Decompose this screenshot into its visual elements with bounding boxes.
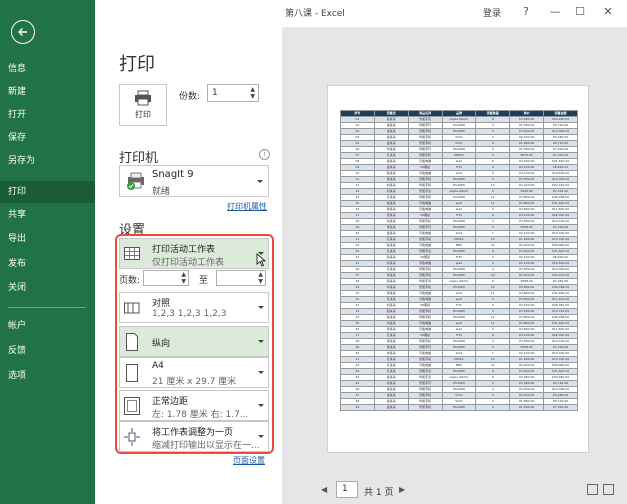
login-link[interactable]: 登录: [483, 6, 501, 19]
sidebar-divider: [8, 307, 86, 308]
next-page-icon[interactable]: ▶: [399, 485, 405, 494]
chevron-down-icon: [257, 180, 263, 183]
preview-table: 序号 销售员 商品名称 品牌 销售数量 单价 销售金额 01 赵某某 智能手表 Apple Wat…: [340, 110, 578, 411]
sidebar-item-feedback[interactable]: 反馈: [0, 340, 95, 362]
collate-icon: [124, 302, 140, 314]
close-button[interactable]: ✕: [599, 3, 617, 19]
copies-input[interactable]: 1 ▲ ▼: [207, 84, 259, 102]
printer-properties-link[interactable]: 打印机属性: [227, 201, 267, 212]
paper-size-label: A4: [152, 361, 164, 371]
paper-size-desc: 21 厘米 x 29.7 厘米: [152, 377, 237, 387]
scaling-label: 将工作表调整为一页: [152, 428, 234, 438]
sidebar-item-options[interactable]: 选项: [0, 365, 95, 387]
printer-heading: 打印机: [119, 151, 159, 166]
chevron-down-icon: [258, 435, 264, 438]
scaling-select[interactable]: 将工作表调整为一页 缩减打印输出以显示在一...: [119, 421, 269, 452]
print-what-desc: 仅打印活动工作表: [152, 258, 225, 268]
table-cell: ¥1,580.00: [509, 404, 545, 411]
help-button[interactable]: ?: [517, 3, 535, 19]
zoom-to-page-icon[interactable]: [603, 484, 614, 495]
sidebar-item-save[interactable]: 保存: [0, 127, 95, 149]
copies-value: 1: [212, 88, 218, 98]
pages-to-spinner-icon[interactable]: ▲ ▼: [258, 271, 263, 285]
pages-range: 页数: ▲ ▼ 至 ▲ ▼: [119, 269, 269, 289]
sidebar-item-save-as[interactable]: 另存为: [0, 150, 95, 172]
arrow-left-icon: [18, 28, 27, 36]
paper-size-select[interactable]: A4 21 厘米 x 29.7 厘米: [119, 357, 269, 388]
restore-button[interactable]: ☐: [571, 3, 589, 19]
prev-page-icon[interactable]: ◀: [321, 485, 327, 494]
preview-nav: ◀ 1 共 1 页 ▶: [282, 477, 627, 504]
zoom-controls: [587, 484, 619, 496]
orientation-label: 纵向: [152, 339, 171, 349]
sidebar-item-account[interactable]: 帐户: [0, 315, 95, 337]
print-button[interactable]: 打印: [119, 84, 167, 126]
margins-desc: 左: 1.78 厘米 右: 1.7...: [152, 410, 249, 420]
table-cell: 金某某: [373, 404, 409, 411]
sidebar-item-new[interactable]: 新建: [0, 81, 95, 103]
copies-spinner-icon[interactable]: ▲ ▼: [250, 86, 255, 100]
printer-name: SnagIt 9: [152, 169, 194, 180]
sidebar-item-print[interactable]: 打印: [0, 181, 95, 203]
page-setup-link[interactable]: 页面设置: [233, 455, 265, 466]
pages-to-input[interactable]: ▲ ▼: [216, 270, 266, 286]
table-cell: 49: [340, 404, 375, 411]
worksheet-icon: [124, 247, 140, 260]
collate-select[interactable]: 对照 1,2,3 1,2,3 1,2,3: [119, 292, 269, 323]
pages-from-spinner-icon[interactable]: ▲ ▼: [181, 271, 186, 285]
printer-check-icon: [127, 172, 144, 190]
print-what-select[interactable]: 打印活动工作表 仅打印活动工作表: [119, 238, 269, 269]
sidebar-item-publish[interactable]: 发布: [0, 253, 95, 275]
backstage-sidebar: 信息 新建 打开 保存 另存为 打印 共享 导出 发布 关闭 帐户 反馈 选项: [0, 0, 95, 504]
margins-icon: [124, 397, 140, 415]
sidebar-item-share[interactable]: 共享: [0, 204, 95, 226]
collate-label: 对照: [152, 299, 171, 309]
table-cell: ¥7,900.00: [543, 404, 578, 411]
show-margins-icon[interactable]: [587, 484, 598, 495]
preview-page: 序号 销售员 商品名称 品牌 销售数量 单价 销售金额 01 赵某某 智能手表 Apple Wat…: [327, 85, 589, 453]
pages-from-input[interactable]: ▲ ▼: [143, 270, 189, 286]
printer-status: 就绪: [152, 187, 171, 197]
page-number-input[interactable]: 1: [336, 481, 358, 498]
minimize-button[interactable]: —: [546, 3, 564, 19]
window-title: 第八课 - Excel: [285, 9, 345, 19]
orientation-select[interactable]: 纵向: [119, 326, 269, 357]
print-button-label: 打印: [135, 110, 151, 119]
collate-desc: 1,2,3 1,2,3 1,2,3: [152, 309, 227, 319]
portrait-icon: [126, 333, 138, 351]
scaling-desc: 缩减打印输出以显示在一...: [152, 441, 260, 451]
fit-to-page-icon: [124, 428, 140, 446]
copies-label: 份数:: [179, 92, 201, 102]
printer-select[interactable]: SnagIt 9 就绪: [119, 165, 269, 197]
sidebar-item-info[interactable]: 信息: [0, 58, 95, 80]
pages-to-label: 至: [199, 276, 209, 286]
page-title: 打印: [119, 54, 155, 75]
sidebar-item-open[interactable]: 打开: [0, 104, 95, 126]
cursor-icon: [256, 253, 266, 267]
info-icon[interactable]: i: [259, 149, 270, 160]
back-button[interactable]: [11, 20, 35, 44]
chevron-down-icon: [258, 371, 264, 374]
page-total: 共 1 页: [364, 488, 394, 498]
sidebar-item-export[interactable]: 导出: [0, 228, 95, 250]
print-what-label: 打印活动工作表: [152, 245, 216, 255]
chevron-down-icon: [258, 306, 264, 309]
sidebar-item-close[interactable]: 关闭: [0, 277, 95, 299]
table-cell: 5: [475, 404, 511, 411]
chevron-down-icon: [258, 340, 264, 343]
table-cell: HUAWEI: [441, 404, 477, 411]
table-cell: 智能手机: [407, 404, 443, 411]
pages-label: 页数:: [119, 276, 141, 286]
table-row: 49 金某某 智能手机 HUAWEI 5 ¥1,580.00 ¥7,900.00: [340, 404, 578, 411]
printer-icon: [135, 90, 151, 106]
chevron-down-icon: [258, 404, 264, 407]
margins-select[interactable]: 正常边距 左: 1.78 厘米 右: 1.7...: [119, 390, 269, 421]
margins-label: 正常边距: [152, 397, 189, 407]
paper-icon: [126, 364, 138, 382]
